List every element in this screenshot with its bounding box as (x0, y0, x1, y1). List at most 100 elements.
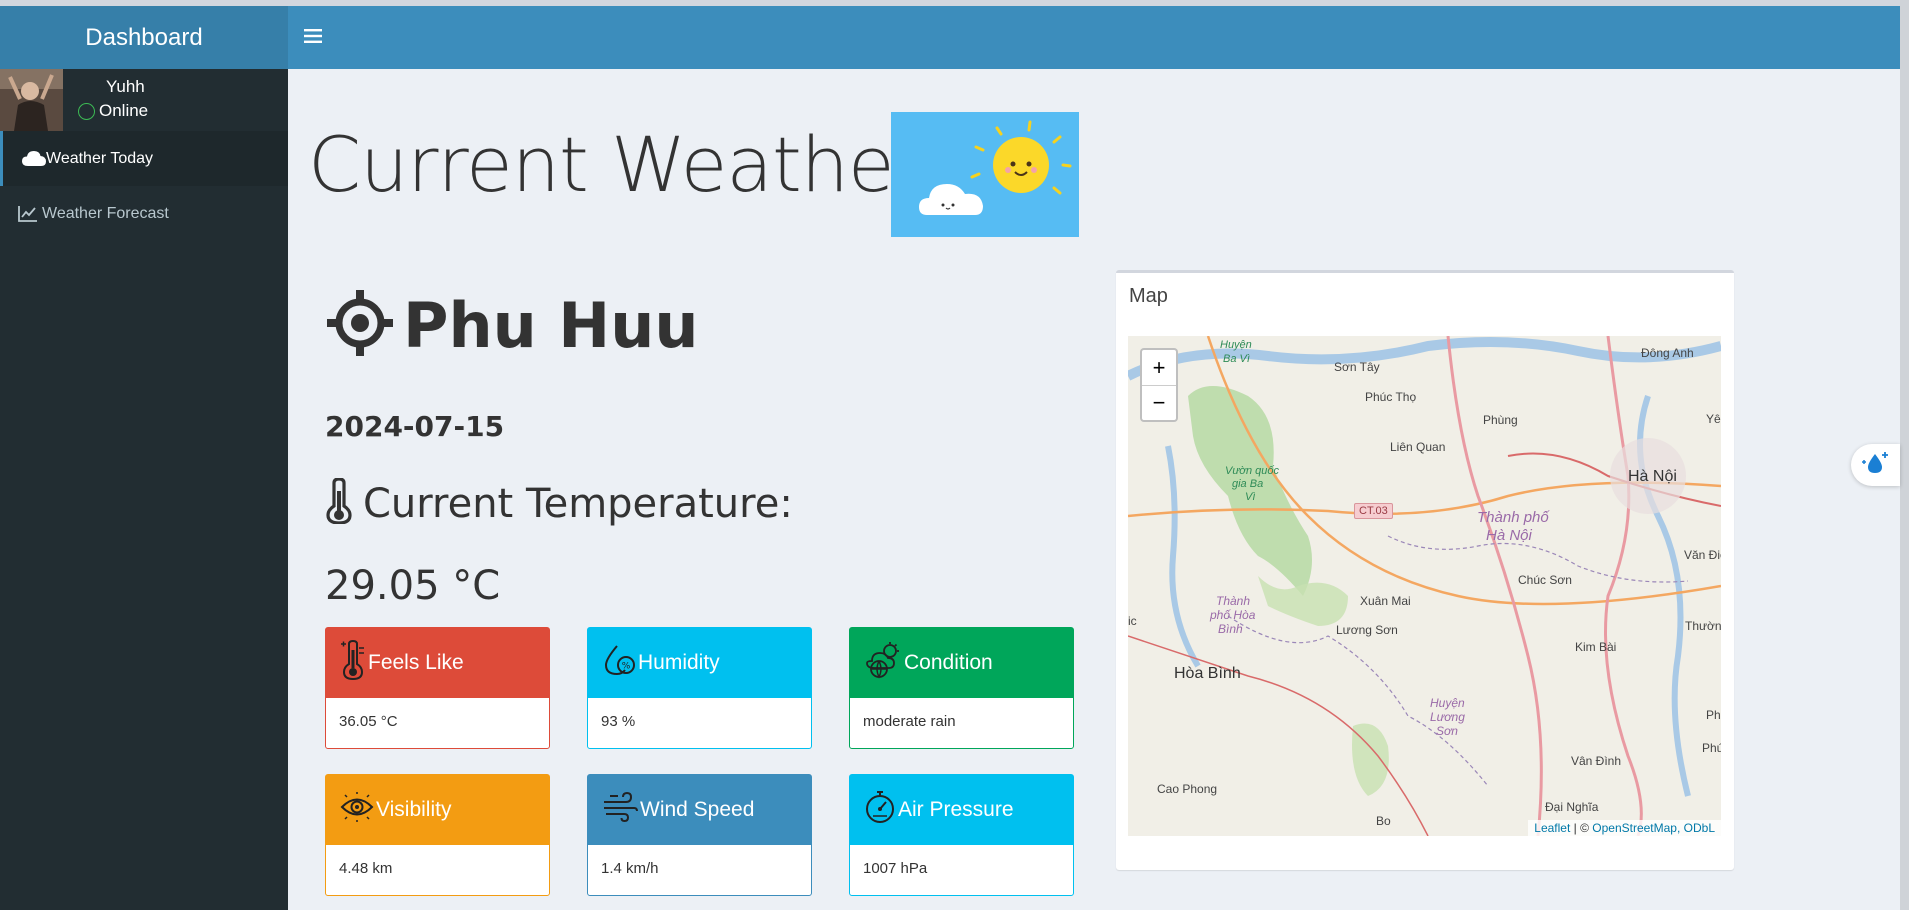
condition-card: Condition moderate rain (849, 627, 1074, 749)
feels-like-card: Feels Like 36.05 °C (325, 627, 550, 749)
road-shield: CT.03 (1354, 503, 1393, 519)
map-label: Liên Quan (1390, 440, 1446, 454)
map-tiles (1128, 336, 1721, 836)
air-pressure-card: Air Pressure 1007 hPa (849, 774, 1074, 896)
brand-text: Dashboard (85, 23, 203, 51)
eye-icon (340, 792, 374, 828)
card-value: 93 % (601, 713, 636, 730)
zoom-in-button[interactable]: + (1142, 350, 1176, 385)
user-status-text: Online (99, 101, 149, 120)
crosshairs-icon (325, 288, 395, 363)
location-row: Phu Huu (325, 288, 698, 363)
cloud-icon (22, 150, 46, 168)
water-sparkle-icon (1861, 450, 1891, 481)
leaflet-map[interactable]: Huyện Ba Vì Sơn Tây Phúc Thọ Phùng Đông … (1128, 336, 1721, 836)
map-label: Vì (1245, 491, 1256, 503)
cloud-sun-globe-icon (864, 641, 902, 685)
weather-hero-image (891, 112, 1079, 237)
card-label: Humidity (638, 651, 720, 674)
map-label: Sơn (1436, 724, 1458, 738)
avatar (0, 69, 63, 131)
map-label: Chúc Sơn (1518, 573, 1572, 587)
thermometer-icon (340, 639, 366, 686)
map-label: Hà Nội (1486, 527, 1532, 544)
osm-link[interactable]: OpenStreetMap, ODbL (1592, 821, 1715, 835)
sidebar-item-label: Weather Today (46, 149, 154, 167)
map-label: Huyện (1220, 339, 1252, 351)
current-date: 2024-07-15 (325, 410, 505, 443)
map-label: Đông Anh (1641, 346, 1694, 360)
card-header: Visibility (326, 775, 549, 845)
map-label: Vân Đình (1571, 754, 1622, 768)
card-label: Visibility (376, 798, 452, 821)
humidity-card: % Humidity 93 % (587, 627, 812, 749)
brand-logo[interactable]: Dashboard (0, 6, 288, 69)
map-label: Vườn quốc (1225, 465, 1279, 477)
zoom-out-button[interactable]: − (1142, 385, 1176, 420)
map-label: Thành (1216, 594, 1251, 608)
map-label: Lương Sơn (1336, 623, 1398, 637)
floating-action-button[interactable] (1851, 444, 1900, 486)
top-navbar (288, 6, 1900, 69)
sidebar-item-label: Weather Forecast (42, 204, 169, 222)
card-value: 1007 hPa (863, 860, 928, 877)
card-header: Condition (850, 628, 1073, 698)
map-label: phố Hòa (1210, 608, 1256, 622)
map-label: Ph (1706, 708, 1721, 722)
card-value: 36.05 °C (339, 713, 398, 730)
map-label: Hòa Bình (1174, 665, 1241, 682)
user-name: Yuhh (106, 77, 145, 96)
pressure-gauge-icon (864, 790, 896, 830)
card-value: moderate rain (863, 713, 956, 730)
card-header: % Humidity (588, 628, 811, 698)
map-label: Bình (1218, 622, 1243, 636)
window-scrollbar[interactable] (1900, 0, 1909, 910)
map-label: Phúc Thọ (1365, 390, 1417, 404)
map-label: Sơn Tây (1334, 360, 1380, 374)
visibility-card: Visibility 4.48 km (325, 774, 550, 896)
map-card: Map Huyện Ba Vì Sơn Tây Phúc Thọ Phùng Đ… (1116, 270, 1734, 870)
map-label: Huyện (1430, 696, 1465, 710)
map-label: Xuân Mai (1360, 594, 1411, 608)
humidity-drop-icon: % (602, 643, 636, 683)
map-label: Kim Bài (1575, 640, 1617, 654)
card-header: Feels Like (326, 628, 549, 698)
map-label: Yê (1706, 412, 1721, 426)
map-label: Thành phố (1477, 509, 1549, 526)
wind-speed-card: Wind Speed 1.4 km/h (587, 774, 812, 896)
map-label: Lương (1430, 710, 1465, 724)
map-attribution: Leaflet | © OpenStreetMap, ODbL (1528, 820, 1721, 836)
map-label: Ba Vì (1223, 353, 1250, 365)
zoom-control: + − (1140, 348, 1178, 422)
map-label: Thường Tín (1685, 619, 1721, 633)
page-title: Current Weather (308, 120, 925, 209)
hamburger-icon[interactable] (304, 24, 328, 50)
map-label: Đại Nghĩa (1545, 800, 1599, 814)
svg-text:%: % (622, 662, 631, 672)
map-label: Hà Nội (1628, 468, 1677, 485)
thermometer-icon (325, 477, 353, 529)
card-label: Feels Like (368, 651, 464, 674)
user-panel: Yuhh Online (0, 69, 288, 131)
location-name: Phu Huu (403, 289, 699, 362)
map-label: gia Ba (1232, 478, 1264, 490)
temperature-label: Current Temperature: (363, 480, 793, 527)
wind-icon (602, 791, 638, 828)
card-label: Air Pressure (898, 798, 1014, 821)
card-header: Wind Speed (588, 775, 811, 845)
map-label: Văn Điển (1684, 548, 1721, 562)
temperature-value: 29.05 °C (325, 563, 501, 609)
map-label: Cao Phong (1157, 782, 1218, 796)
leaflet-link[interactable]: Leaflet (1534, 821, 1570, 835)
map-label: ic (1128, 614, 1137, 628)
map-label: Phùng (1483, 413, 1518, 427)
temperature-label-row: Current Temperature: (325, 477, 793, 529)
map-title: Map (1129, 285, 1168, 307)
user-status: Online (78, 101, 148, 121)
line-chart-icon (18, 205, 42, 223)
sidebar-item-weather-today[interactable]: Weather Today (0, 131, 288, 186)
card-value: 1.4 km/h (601, 860, 659, 877)
card-label: Wind Speed (640, 798, 755, 821)
sidebar: Yuhh Online Weather Today Weather Foreca… (0, 69, 288, 910)
sidebar-item-weather-forecast[interactable]: Weather Forecast (0, 186, 288, 241)
